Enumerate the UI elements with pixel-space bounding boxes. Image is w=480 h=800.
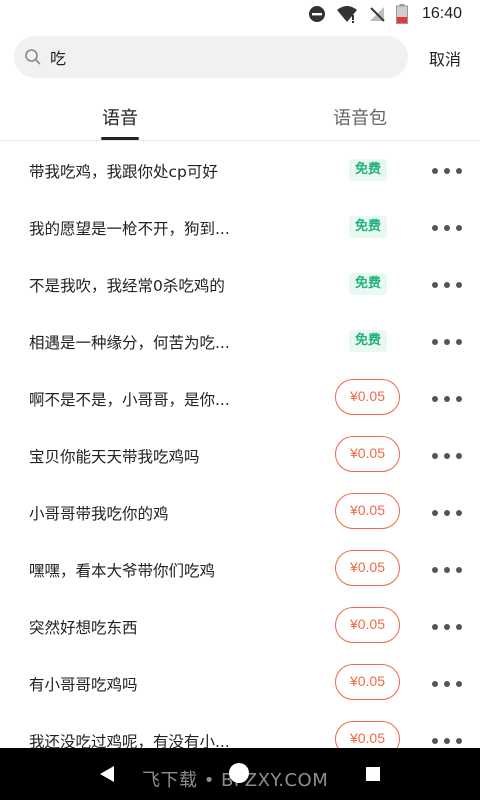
- free-badge: 免费: [349, 273, 387, 295]
- more-options-icon[interactable]: [432, 680, 462, 688]
- no-signal-icon: [369, 7, 385, 22]
- list-item[interactable]: 不是我吹，我经常0杀吃鸡的 免费: [0, 255, 480, 312]
- item-title: 啊不是不是，小哥哥，是你...: [29, 391, 230, 409]
- item-title: 不是我吹，我经常0杀吃鸡的: [29, 277, 225, 295]
- more-options-icon[interactable]: [432, 281, 462, 289]
- tab-voice-pack[interactable]: 语音包: [333, 104, 387, 130]
- wifi-icon: [336, 6, 357, 23]
- item-title: 相遇是一种缘分，何苦为吃...: [29, 334, 230, 352]
- list-item[interactable]: 宝贝你能天天带我吃鸡吗 ¥0.05: [0, 426, 480, 483]
- more-options-icon[interactable]: [432, 452, 462, 460]
- search-input[interactable]: 吃: [14, 36, 408, 78]
- navigation-bar: 飞下载 • BFZXY.COM: [0, 748, 480, 800]
- list-item[interactable]: 有小哥哥吃鸡吗 ¥0.05: [0, 654, 480, 711]
- more-options-icon[interactable]: [432, 566, 462, 574]
- more-options-icon[interactable]: [432, 167, 462, 175]
- free-badge: 免费: [349, 159, 387, 181]
- battery-low-icon: [395, 4, 408, 24]
- more-options-icon[interactable]: [432, 623, 462, 631]
- price-button[interactable]: ¥0.05: [335, 607, 400, 643]
- list-item[interactable]: 啊不是不是，小哥哥，是你... ¥0.05: [0, 369, 480, 426]
- list-item[interactable]: 带我吃鸡，我跟你处cp可好 免费: [0, 141, 480, 198]
- list-item[interactable]: 我的愿望是一枪不开，狗到... 免费: [0, 198, 480, 255]
- price-button[interactable]: ¥0.05: [335, 436, 400, 472]
- price-button[interactable]: ¥0.05: [335, 664, 400, 700]
- item-title: 我的愿望是一枪不开，狗到...: [29, 220, 230, 238]
- search-icon: [25, 49, 41, 65]
- item-title: 嘿嘿，看本大爷带你们吃鸡: [29, 562, 216, 580]
- more-options-icon[interactable]: [432, 224, 462, 232]
- more-options-icon[interactable]: [432, 737, 462, 745]
- home-icon[interactable]: [229, 763, 249, 783]
- status-time: 16:40: [421, 5, 462, 22]
- item-title: 有小哥哥吃鸡吗: [29, 676, 138, 694]
- price-button[interactable]: ¥0.05: [335, 379, 400, 415]
- list-item[interactable]: 突然好想吃东西 ¥0.05: [0, 597, 480, 654]
- search-query[interactable]: 吃: [50, 45, 66, 69]
- more-options-icon[interactable]: [432, 509, 462, 517]
- do-not-disturb-icon: [308, 6, 325, 22]
- price-button[interactable]: ¥0.05: [335, 550, 400, 586]
- list-item[interactable]: 嘿嘿，看本大爷带你们吃鸡 ¥0.05: [0, 540, 480, 597]
- free-badge: 免费: [349, 216, 387, 238]
- cancel-button[interactable]: 取消: [429, 46, 461, 70]
- item-title: 突然好想吃东西: [29, 619, 138, 637]
- list-item[interactable]: 相遇是一种缘分，何苦为吃... 免费: [0, 312, 480, 369]
- tab-voice[interactable]: 语音: [102, 104, 138, 130]
- voice-list: 带我吃鸡，我跟你处cp可好 免费 我的愿望是一枪不开，狗到... 免费 不是我吹…: [0, 141, 480, 768]
- price-button[interactable]: ¥0.05: [335, 493, 400, 529]
- item-title: 带我吃鸡，我跟你处cp可好: [29, 163, 218, 181]
- back-icon[interactable]: [99, 765, 115, 783]
- status-bar: 16:40: [0, 0, 480, 28]
- recent-apps-icon[interactable]: [366, 767, 380, 781]
- more-options-icon[interactable]: [432, 395, 462, 403]
- active-tab-indicator: [101, 137, 139, 140]
- item-title: 小哥哥带我吃你的鸡: [29, 505, 169, 523]
- search-row: 吃 取消: [0, 36, 480, 78]
- item-title: 宝贝你能天天带我吃鸡吗: [29, 448, 200, 466]
- free-badge: 免费: [349, 330, 387, 352]
- tab-bar: 语音 语音包: [0, 88, 480, 141]
- list-item[interactable]: 小哥哥带我吃你的鸡 ¥0.05: [0, 483, 480, 540]
- more-options-icon[interactable]: [432, 338, 462, 346]
